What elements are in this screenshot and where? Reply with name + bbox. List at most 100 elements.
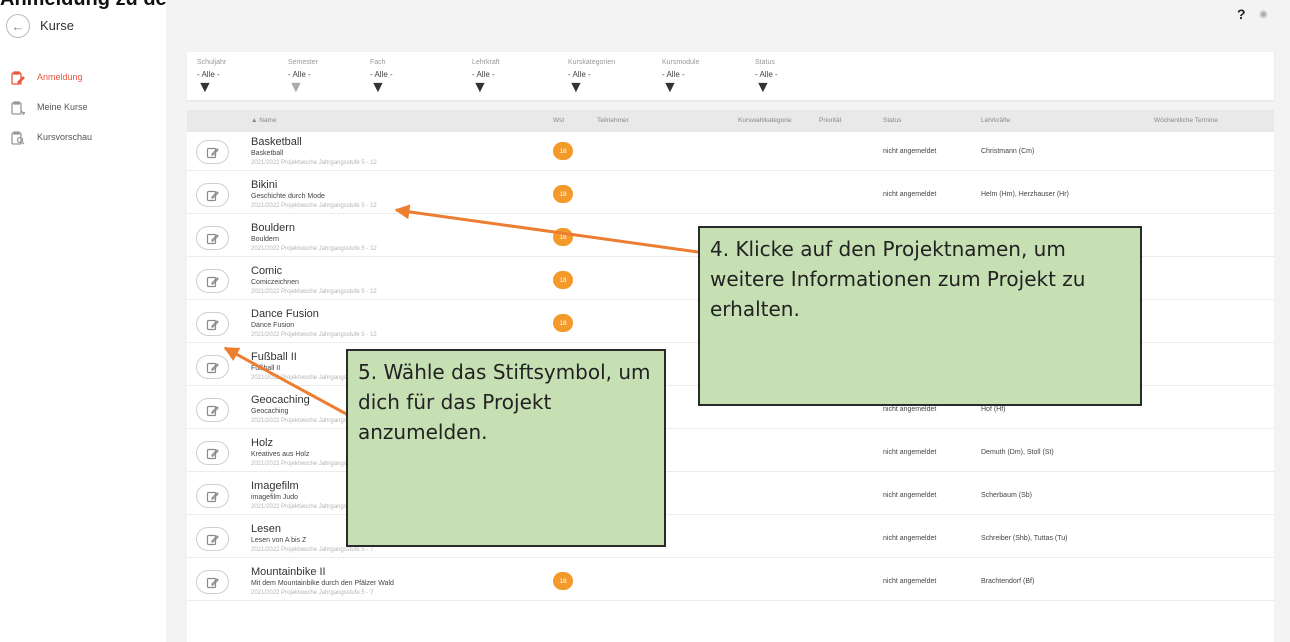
caret-down-icon: ▼ — [472, 79, 488, 96]
column-status[interactable]: Status — [883, 117, 901, 124]
course-title-link[interactable]: Mountainbike II — [251, 566, 326, 578]
filter-select[interactable]: - Alle - — [197, 70, 226, 79]
course-meta: 2021/2022 Projektwoche Jahrgangsstufe 5 … — [251, 160, 377, 166]
filter-label: Kursmodule — [662, 59, 700, 66]
caret-down-icon: ▼ — [568, 79, 584, 96]
pencil-icon — [206, 534, 219, 545]
edit-button[interactable] — [196, 140, 229, 164]
status-text: nicht angemeldet — [883, 148, 937, 155]
filter-select[interactable]: - Alle - — [370, 70, 393, 79]
column-wst[interactable]: Wst — [553, 117, 564, 124]
sidebar-item-label: Anmeldung — [37, 72, 83, 82]
pencil-icon — [206, 448, 219, 459]
course-subtitle[interactable]: imagefilm Judo — [251, 494, 298, 501]
callout-step-5: 5. Wähle das Stiftsymbol, um dich für da… — [346, 349, 666, 547]
table-header: ▲ Name Wst Teilnehmer Kurswahlkategorie … — [187, 110, 1274, 132]
course-subtitle[interactable]: Geschichte durch Mode — [251, 193, 325, 200]
wst-badge: 18 — [553, 314, 573, 332]
course-subtitle[interactable]: Comiczeichnen — [251, 279, 299, 286]
filter-semester[interactable]: Semester - Alle - ▼ — [288, 59, 318, 97]
edit-button[interactable] — [196, 269, 229, 293]
teacher-text: Demuth (Dm), Stoll (St) — [981, 449, 1054, 456]
filter-lehrkraft[interactable]: Lehrkraft - Alle - ▼ — [472, 59, 500, 97]
registration-icon — [10, 70, 25, 85]
caret-down-icon: ▼ — [288, 79, 304, 96]
teacher-text: Helm (Hm), Herzhauser (Hr) — [981, 191, 1069, 198]
teacher-text: Brachtendorf (Bf) — [981, 578, 1035, 585]
filter-select[interactable]: - Alle - — [288, 70, 318, 79]
caret-down-icon: ▼ — [662, 79, 678, 96]
course-subtitle[interactable]: Dance Fusion — [251, 322, 294, 329]
wst-badge: 18 — [553, 572, 573, 590]
course-subtitle[interactable]: Kreatives aus Holz — [251, 451, 309, 458]
sidebar-item-kursvorschau[interactable]: Kursvorschau — [0, 122, 160, 152]
sidebar-item-meine-kurse[interactable]: Meine Kurse — [0, 92, 160, 122]
edit-button[interactable] — [196, 226, 229, 250]
course-title-link[interactable]: Fußball II — [251, 351, 297, 363]
pencil-icon — [206, 362, 219, 373]
column-teachers[interactable]: Lehrkräfte — [981, 117, 1010, 124]
column-weekly[interactable]: Wöchentliche Termine — [1154, 117, 1218, 124]
edit-button[interactable] — [196, 527, 229, 551]
pencil-icon — [206, 319, 219, 330]
sidebar-item-anmeldung[interactable]: Anmeldung — [0, 62, 160, 92]
wst-badge: 18 — [553, 228, 573, 246]
filter-schuljahr[interactable]: Schuljahr - Alle - ▼ — [197, 59, 226, 97]
column-name[interactable]: ▲ Name — [251, 117, 277, 124]
column-priority[interactable]: Priorität — [819, 117, 841, 124]
course-meta: 2021/2022 Projektwoche Jahrgangsstufe 5 … — [251, 246, 377, 252]
course-subtitle[interactable]: Mit dem Mountainbike durch den Pfälzer W… — [251, 580, 394, 587]
edit-button[interactable] — [196, 441, 229, 465]
course-title-link[interactable]: Holz — [251, 437, 273, 449]
help-button[interactable]: ? — [1237, 6, 1246, 22]
filter-select[interactable]: - Alle - — [568, 70, 615, 79]
status-text: nicht angemeldet — [883, 406, 937, 413]
course-title-link[interactable]: Bikini — [251, 179, 277, 191]
filter-kursmodule[interactable]: Kursmodule - Alle - ▼ — [662, 59, 699, 97]
filter-label: Fach — [370, 59, 386, 66]
status-text: nicht angemeldet — [883, 492, 937, 499]
status-text: nicht angemeldet — [883, 535, 937, 542]
filter-select[interactable]: - Alle - — [755, 70, 778, 79]
teacher-text: Hof (Hf) — [981, 406, 1006, 413]
course-title-link[interactable]: Lesen — [251, 523, 281, 535]
course-subtitle[interactable]: Bouldern — [251, 236, 279, 243]
back-button[interactable]: ← — [6, 14, 30, 38]
status-text: nicht angemeldet — [883, 449, 937, 456]
column-category[interactable]: Kurswahlkategorie — [738, 117, 791, 124]
pencil-icon — [206, 233, 219, 244]
edit-button[interactable] — [196, 484, 229, 508]
edit-button[interactable] — [196, 312, 229, 336]
caret-down-icon: ▼ — [370, 79, 386, 96]
filter-select[interactable]: - Alle - — [662, 70, 699, 79]
pencil-icon — [206, 405, 219, 416]
pencil-icon — [206, 276, 219, 287]
status-text: nicht angemeldet — [883, 191, 937, 198]
course-title-link[interactable]: Dance Fusion — [251, 308, 319, 320]
course-title-link[interactable]: Imagefilm — [251, 480, 299, 492]
filter-status[interactable]: Status - Alle - ▼ — [755, 59, 778, 97]
course-title-link[interactable]: Geocaching — [251, 394, 310, 406]
table-row: Bikini Geschichte durch Mode 2021/2022 Pro… — [187, 175, 1274, 214]
course-subtitle[interactable]: Basketball — [251, 150, 283, 157]
wst-badge: 18 — [553, 271, 573, 289]
edit-button[interactable] — [196, 570, 229, 594]
edit-button[interactable] — [196, 355, 229, 379]
course-meta: 2021/2022 Projektwoche Jahrgangsstufe 5 … — [251, 590, 374, 596]
sidebar-item-label: Meine Kurse — [37, 102, 88, 112]
course-subtitle[interactable]: Geocaching — [251, 408, 288, 415]
edit-button[interactable] — [196, 183, 229, 207]
course-title-link[interactable]: Bouldern — [251, 222, 295, 234]
course-subtitle[interactable]: Lesen von A bis Z — [251, 537, 306, 544]
course-title-link[interactable]: Comic — [251, 265, 282, 277]
pencil-icon — [206, 147, 219, 158]
filter-select[interactable]: - Alle - — [472, 70, 500, 79]
teacher-text: Schreiber (Shb), Tuttas (Tu) — [981, 535, 1068, 542]
filter-fach[interactable]: Fach - Alle - ▼ — [370, 59, 393, 97]
edit-button[interactable] — [196, 398, 229, 422]
course-subtitle[interactable]: Fußball II — [251, 365, 280, 372]
course-title-link[interactable]: Basketball — [251, 136, 302, 148]
eye-icon[interactable]: ◉ — [1259, 9, 1268, 20]
filter-kurskategorien[interactable]: Kurskategorien - Alle - ▼ — [568, 59, 615, 97]
column-participants[interactable]: Teilnehmer — [597, 117, 629, 124]
